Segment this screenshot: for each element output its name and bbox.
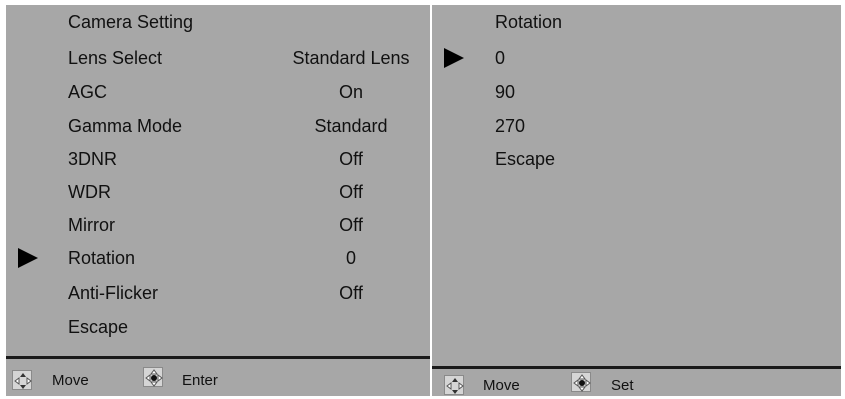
dpad-select-icon xyxy=(143,367,163,387)
menu-row-value: 0 xyxy=(345,248,356,268)
hint-move-label: Move xyxy=(483,377,520,394)
menu-row-label: Anti-Flicker xyxy=(68,283,159,303)
dpad-select-icon xyxy=(571,372,591,392)
rotation-option-90[interactable]: 90 xyxy=(495,81,515,103)
navigation-hint-bar: Move Enter xyxy=(6,367,430,396)
menu-row-label: 3DNR xyxy=(68,149,118,169)
rotation-title: Rotation xyxy=(495,12,563,32)
rotation-option-0[interactable]: 0 xyxy=(495,47,505,69)
rotation-panel: Rotation 0 90 270 Escape Move Set xyxy=(432,5,841,396)
selection-pointer-icon xyxy=(18,248,38,268)
camera-setting-panel: Camera Setting Lens Select Standard Lens… xyxy=(6,5,430,396)
menu-row-label: Rotation xyxy=(68,248,136,268)
menu-row-value: Off xyxy=(339,149,363,169)
menu-row-value: Off xyxy=(339,215,363,235)
camera-setting-title: Camera Setting xyxy=(68,12,194,32)
dpad-move-icon xyxy=(12,370,32,390)
hint-move-label: Move xyxy=(52,372,89,389)
menu-row-label: Lens Select xyxy=(68,48,163,68)
rotation-option-escape[interactable]: Escape xyxy=(495,148,555,170)
menu-row-value: Off xyxy=(339,182,363,202)
hint-set-label: Set xyxy=(611,377,634,394)
menu-row-label: WDR xyxy=(68,182,111,202)
footer-divider xyxy=(6,356,430,359)
menu-row-label: Mirror xyxy=(68,215,115,235)
menu-row-label: Escape xyxy=(68,317,129,337)
menu-row-value: Standard Lens xyxy=(292,48,410,68)
menu-row-label: AGC xyxy=(68,82,108,102)
footer-divider xyxy=(432,366,841,369)
dpad-move-icon xyxy=(444,375,464,395)
selection-pointer-icon xyxy=(444,48,464,68)
menu-row-value: Off xyxy=(339,283,363,303)
menu-row-value: Standard xyxy=(314,116,388,136)
menu-row-label: Gamma Mode xyxy=(68,116,183,136)
navigation-hint-bar: Move Set xyxy=(432,371,841,396)
menu-row-value: On xyxy=(338,82,363,102)
rotation-option-270[interactable]: 270 xyxy=(495,115,525,137)
hint-enter-label: Enter xyxy=(182,372,218,389)
